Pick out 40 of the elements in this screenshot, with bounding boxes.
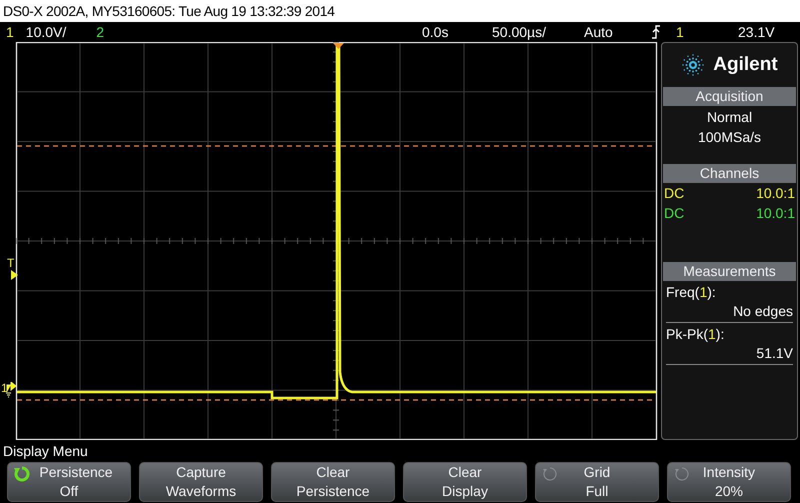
- trigger-source[interactable]: 1: [676, 22, 684, 42]
- softkey[interactable]: Intensity 20%: [667, 462, 791, 502]
- rising-edge-icon: [651, 25, 661, 39]
- acquisition-mode: Normal: [706, 108, 752, 127]
- softkey[interactable]: Clear Display: [403, 462, 527, 502]
- channel-scale[interactable]: 10.0V/: [26, 22, 66, 42]
- trigger-mode[interactable]: Auto: [584, 22, 613, 42]
- brand-name: Agilent: [713, 52, 778, 77]
- rotate-knob-icon: [14, 466, 30, 482]
- softkey[interactable]: Capture Waveforms: [139, 462, 263, 502]
- trigger-position-marker: [333, 43, 344, 49]
- trigger-marker: T: [7, 257, 14, 269]
- horizontal-delay[interactable]: 0.0s: [422, 22, 448, 42]
- trigger-level[interactable]: 23.1V: [738, 22, 775, 42]
- rotate-knob-icon: [542, 466, 558, 482]
- softkey[interactable]: Clear Persistence: [271, 462, 395, 502]
- probe-ratio: 10.0:1: [756, 184, 795, 203]
- title-bar: DS0-X 2002A, MY53160605: Tue Aug 19 13:32:39 2014: [0, 0, 800, 22]
- channel-coupling: DC: [664, 204, 684, 223]
- channel-number[interactable]: 1: [6, 22, 14, 42]
- channel-coupling: DC: [664, 184, 684, 203]
- measurement-label: Pk-Pk(1):: [666, 325, 726, 344]
- starburst-logo-icon: [681, 53, 706, 77]
- softkey[interactable]: Persistence Off: [7, 462, 131, 502]
- trigger-level-arrow-icon: [11, 270, 18, 280]
- sample-rate: 100MSa/s: [698, 128, 762, 147]
- probe-ratio: 10.0:1: [756, 204, 795, 223]
- section-header: Measurements: [663, 262, 796, 281]
- measurement-label: Freq(1):: [666, 283, 717, 302]
- menu-title: Display Menu: [2, 442, 89, 461]
- measurement-value: 51.1V: [666, 344, 793, 365]
- section-header: Channels: [663, 164, 796, 183]
- section-header: Acquisition: [663, 87, 796, 106]
- channel-marker: 1: [1, 382, 8, 394]
- softkey[interactable]: Grid Full: [535, 462, 659, 502]
- measurement-value: No edges: [666, 302, 793, 323]
- channel-number[interactable]: 2: [96, 22, 104, 42]
- ground-marker-icon: [6, 382, 16, 400]
- rotate-knob-icon: [674, 466, 690, 482]
- time-scale[interactable]: 50.00µs/: [492, 22, 546, 42]
